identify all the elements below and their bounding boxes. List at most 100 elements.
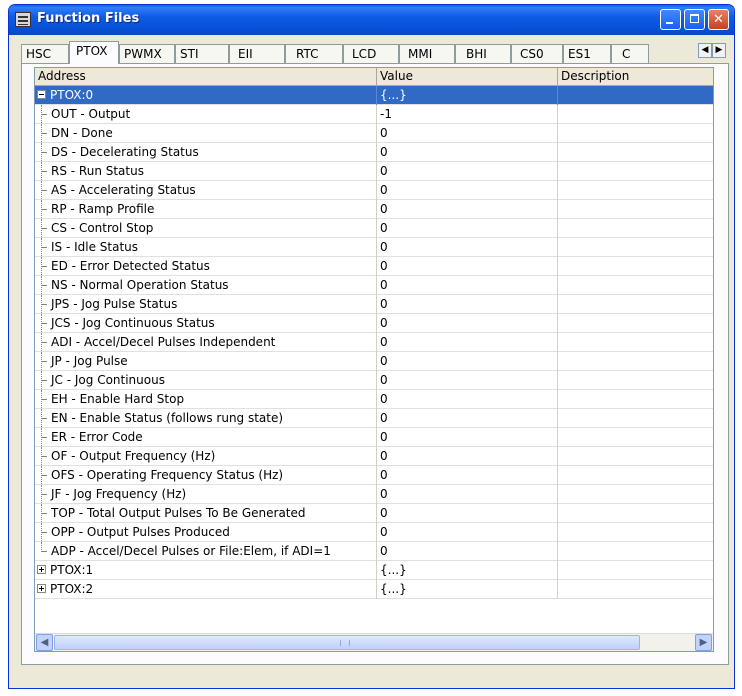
address-cell: RS - Run Status bbox=[51, 164, 144, 178]
address-cell: EH - Enable Hard Stop bbox=[51, 392, 185, 406]
tab-lcd[interactable]: LCD bbox=[343, 44, 399, 63]
description-cell bbox=[558, 276, 713, 295]
tab-eii[interactable]: EII bbox=[229, 44, 285, 63]
value-cell[interactable]: {...} bbox=[377, 580, 558, 599]
table-row[interactable]: JCS - Jog Continuous Status 0 bbox=[35, 314, 713, 333]
tab-hsc[interactable]: HSC bbox=[21, 44, 69, 63]
tree-node-row[interactable]: PTOX:0 {...} bbox=[35, 86, 713, 105]
value-cell[interactable]: 0 bbox=[377, 352, 558, 371]
table-row[interactable]: OFS - Operating Frequency Status (Hz) 0 bbox=[35, 466, 713, 485]
value-cell[interactable]: 0 bbox=[377, 447, 558, 466]
value-cell[interactable]: 0 bbox=[377, 504, 558, 523]
value-cell[interactable]: 0 bbox=[377, 295, 558, 314]
table-row[interactable]: AS - Accelerating Status 0 bbox=[35, 181, 713, 200]
value-cell[interactable]: 0 bbox=[377, 200, 558, 219]
table-row[interactable]: OF - Output Frequency (Hz) 0 bbox=[35, 447, 713, 466]
table-row[interactable]: EN - Enable Status (follows rung state) 0 bbox=[35, 409, 713, 428]
tab-c[interactable]: C bbox=[611, 44, 649, 63]
table-row[interactable]: JC - Jog Continuous 0 bbox=[35, 371, 713, 390]
description-cell bbox=[558, 409, 713, 428]
tab-bhi[interactable]: BHI bbox=[455, 44, 511, 63]
tree-node-row[interactable]: PTOX:1 {...} bbox=[35, 561, 713, 580]
tab-ptox[interactable]: PTOX bbox=[69, 41, 119, 64]
value-cell[interactable]: 0 bbox=[377, 409, 558, 428]
table-row[interactable]: ADP - Accel/Decel Pulses or File:Elem, i… bbox=[35, 542, 713, 561]
table-row[interactable]: OUT - Output -1 bbox=[35, 105, 713, 124]
value-cell[interactable]: 0 bbox=[377, 219, 558, 238]
value-cell[interactable]: 0 bbox=[377, 485, 558, 504]
table-row[interactable]: DN - Done 0 bbox=[35, 124, 713, 143]
data-grid: Address Value Description PTOX:0 {...} OUT… bbox=[34, 67, 714, 652]
table-row[interactable]: ED - Error Detected Status 0 bbox=[35, 257, 713, 276]
scroll-thumb[interactable] bbox=[54, 635, 640, 650]
column-header-address[interactable]: Address bbox=[35, 68, 377, 85]
table-row[interactable]: ER - Error Code 0 bbox=[35, 428, 713, 447]
address-cell: IS - Idle Status bbox=[51, 240, 139, 254]
address-cell: JP - Jog Pulse bbox=[51, 354, 128, 368]
title-bar[interactable]: Function Files ✕ bbox=[9, 5, 734, 35]
value-cell[interactable]: {...} bbox=[377, 561, 558, 580]
address-cell: ER - Error Code bbox=[51, 430, 143, 444]
value-cell[interactable]: 0 bbox=[377, 371, 558, 390]
value-cell[interactable]: 0 bbox=[377, 143, 558, 162]
description-cell bbox=[558, 428, 713, 447]
minimize-button[interactable] bbox=[660, 9, 681, 30]
horizontal-scrollbar[interactable]: ◀ ▶ bbox=[35, 633, 713, 651]
address-cell: PTOX:2 bbox=[50, 582, 94, 596]
value-cell[interactable]: 0 bbox=[377, 162, 558, 181]
maximize-button[interactable] bbox=[684, 9, 705, 30]
value-cell[interactable]: 0 bbox=[377, 333, 558, 352]
value-cell[interactable]: 0 bbox=[377, 276, 558, 295]
table-row[interactable]: NS - Normal Operation Status 0 bbox=[35, 276, 713, 295]
value-cell[interactable]: 0 bbox=[377, 428, 558, 447]
table-row[interactable]: OPP - Output Pulses Produced 0 bbox=[35, 523, 713, 542]
value-cell[interactable]: -1 bbox=[377, 105, 558, 124]
value-cell[interactable]: 0 bbox=[377, 257, 558, 276]
table-row[interactable]: TOP - Total Output Pulses To Be Generate… bbox=[35, 504, 713, 523]
table-row[interactable]: JP - Jog Pulse 0 bbox=[35, 352, 713, 371]
table-row[interactable]: JPS - Jog Pulse Status 0 bbox=[35, 295, 713, 314]
value-cell[interactable]: 0 bbox=[377, 314, 558, 333]
description-cell bbox=[558, 447, 713, 466]
table-row[interactable]: IS - Idle Status 0 bbox=[35, 238, 713, 257]
address-cell: RP - Ramp Profile bbox=[51, 202, 155, 216]
value-cell[interactable]: {...} bbox=[377, 86, 558, 105]
tab-cs0[interactable]: CS0 bbox=[511, 44, 563, 63]
column-header-description[interactable]: Description bbox=[558, 68, 713, 85]
value-cell[interactable]: 0 bbox=[377, 542, 558, 561]
address-cell: OF - Output Frequency (Hz) bbox=[51, 449, 216, 463]
table-row[interactable]: ADI - Accel/Decel Pulses Independent 0 bbox=[35, 333, 713, 352]
expand-plus-icon[interactable] bbox=[37, 565, 46, 574]
close-icon: ✕ bbox=[713, 12, 724, 27]
close-button[interactable]: ✕ bbox=[708, 9, 729, 30]
scroll-left-icon[interactable]: ◀ bbox=[36, 634, 53, 651]
grid-rows: PTOX:0 {...} OUT - Output -1 DN - Done 0 DS - … bbox=[35, 86, 713, 599]
table-row[interactable]: EH - Enable Hard Stop 0 bbox=[35, 390, 713, 409]
address-cell: NS - Normal Operation Status bbox=[51, 278, 229, 292]
address-cell: OUT - Output bbox=[51, 107, 131, 121]
tab-scroll-left-icon[interactable]: ◀ bbox=[698, 43, 712, 58]
tab-scroll-right-icon[interactable]: ▶ bbox=[712, 43, 726, 58]
table-row[interactable]: CS - Control Stop 0 bbox=[35, 219, 713, 238]
collapse-minus-icon[interactable] bbox=[37, 90, 46, 99]
table-row[interactable]: DS - Decelerating Status 0 bbox=[35, 143, 713, 162]
column-header-value[interactable]: Value bbox=[377, 68, 558, 85]
tab-rtc[interactable]: RTC bbox=[285, 44, 343, 63]
value-cell[interactable]: 0 bbox=[377, 523, 558, 542]
scroll-right-icon[interactable]: ▶ bbox=[695, 634, 712, 651]
tab-mmi[interactable]: MMI bbox=[399, 44, 455, 63]
expand-plus-icon[interactable] bbox=[37, 584, 46, 593]
tab-pwmx[interactable]: PWMX bbox=[119, 44, 175, 63]
value-cell[interactable]: 0 bbox=[377, 238, 558, 257]
value-cell[interactable]: 0 bbox=[377, 181, 558, 200]
table-row[interactable]: RP - Ramp Profile 0 bbox=[35, 200, 713, 219]
tree-node-row[interactable]: PTOX:2 {...} bbox=[35, 580, 713, 599]
value-cell[interactable]: 0 bbox=[377, 124, 558, 143]
value-cell[interactable]: 0 bbox=[377, 466, 558, 485]
tab-es1[interactable]: ES1 bbox=[563, 44, 611, 63]
description-cell bbox=[558, 542, 713, 561]
tab-sti[interactable]: STI bbox=[175, 44, 229, 63]
table-row[interactable]: RS - Run Status 0 bbox=[35, 162, 713, 181]
value-cell[interactable]: 0 bbox=[377, 390, 558, 409]
table-row[interactable]: JF - Jog Frequency (Hz) 0 bbox=[35, 485, 713, 504]
